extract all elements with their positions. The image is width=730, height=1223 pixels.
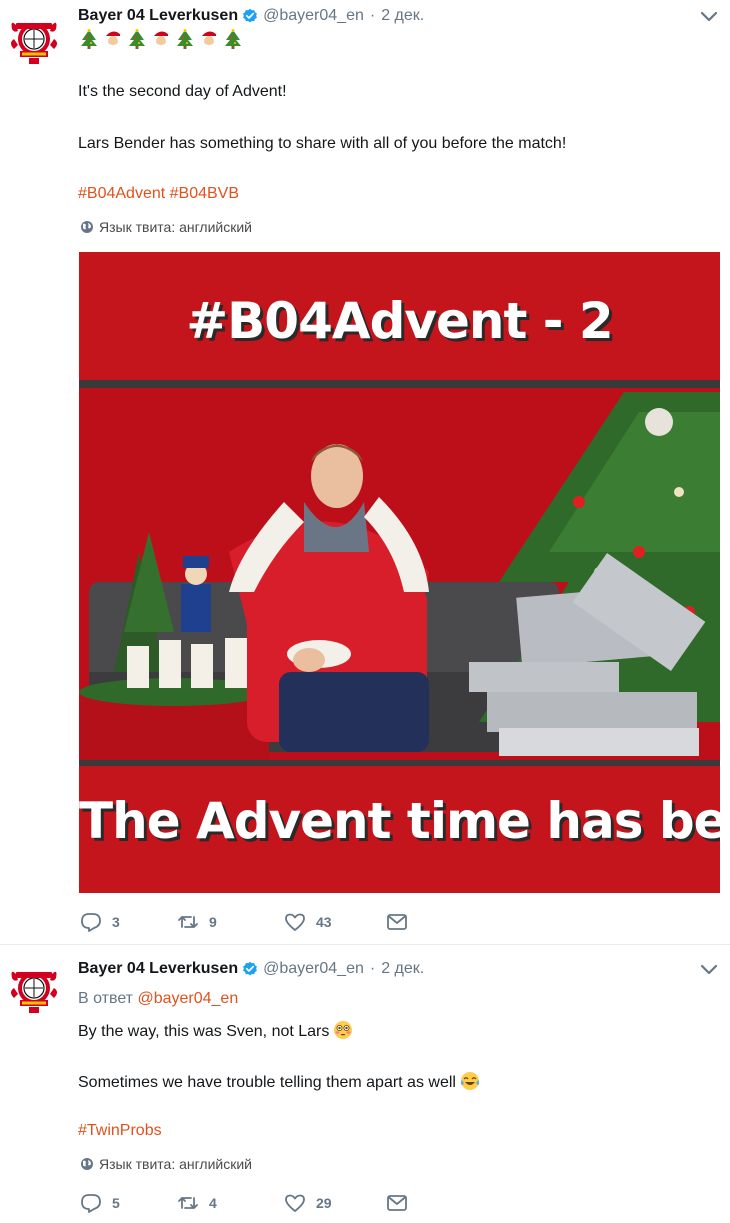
tweet-text-line: By the way, this was Sven, not Lars xyxy=(78,1020,353,1041)
envelope-icon xyxy=(387,1195,407,1211)
hashtag-link[interactable]: #B04BVB xyxy=(170,185,239,202)
tweet[interactable]: Bayer 04 Leverkusen @bayer04_en · 2 дек.… xyxy=(0,0,730,945)
tweet-actions: 5 4 29 xyxy=(80,1192,418,1214)
santa-icon xyxy=(153,31,172,47)
tweet-text: Sometimes we have trouble telling them a… xyxy=(78,1074,456,1091)
tweet-header: Bayer 04 Leverkusen @bayer04_en · 2 дек. xyxy=(78,5,690,27)
christmas-tree-icon xyxy=(81,29,97,49)
tweet[interactable]: Bayer 04 Leverkusen @bayer04_en · 2 дек.… xyxy=(0,945,730,1223)
hashtag-link[interactable]: #B04Advent xyxy=(78,185,165,202)
bayer-leverkusen-logo-avatar[interactable] xyxy=(8,15,60,67)
reply-button[interactable]: 5 xyxy=(80,1192,177,1214)
tears-of-joy-face-icon xyxy=(460,1072,480,1090)
reply-button[interactable]: 3 xyxy=(80,911,177,933)
reply-to-link[interactable]: @bayer04_en xyxy=(137,990,238,1007)
author-name[interactable]: Bayer 04 Leverkusen xyxy=(78,960,238,978)
flushed-face-icon xyxy=(334,1021,353,1039)
separator-dot: · xyxy=(369,960,376,977)
reply-icon xyxy=(81,1194,101,1213)
tweet-header: Bayer 04 Leverkusen @bayer04_en · 2 дек. xyxy=(78,958,690,980)
retweet-button[interactable]: 9 xyxy=(177,911,284,933)
separator-dot: · xyxy=(369,7,376,24)
reply-count: 5 xyxy=(112,1195,120,1211)
tweet-text-line: Lars Bender has something to share with … xyxy=(78,135,567,152)
tweet-language-note: Язык твита: английский xyxy=(80,1156,252,1172)
globe-icon xyxy=(81,221,93,233)
author-name[interactable]: Bayer 04 Leverkusen xyxy=(78,7,238,25)
christmas-tree-icon xyxy=(225,29,241,49)
retweet-button[interactable]: 4 xyxy=(177,1192,284,1214)
like-count: 29 xyxy=(316,1195,332,1211)
heart-icon xyxy=(285,913,305,931)
tweet-media-image[interactable]: #B04Advent - 2 The Advent time has begun… xyxy=(79,252,720,893)
direct-message-button[interactable] xyxy=(386,911,418,933)
author-handle[interactable]: @bayer04_en xyxy=(263,7,364,25)
verified-badge-icon xyxy=(243,8,258,23)
tweet-actions: 3 9 43 xyxy=(80,911,418,933)
santa-icon xyxy=(201,31,220,47)
reply-count: 3 xyxy=(112,914,120,930)
language-label: Язык твита: английский xyxy=(99,1156,252,1172)
like-button[interactable]: 29 xyxy=(284,1192,386,1214)
christmas-tree-icon xyxy=(129,29,145,49)
hashtags: #TwinProbs xyxy=(78,1122,162,1140)
globe-icon xyxy=(81,1158,93,1170)
tweet-text-line: Sometimes we have trouble telling them a… xyxy=(78,1071,480,1092)
like-count: 43 xyxy=(316,914,332,930)
direct-message-button[interactable] xyxy=(386,1192,418,1214)
tweet-timestamp[interactable]: 2 дек. xyxy=(381,7,424,25)
retweet-count: 9 xyxy=(209,914,217,930)
reply-icon xyxy=(81,913,101,932)
retweet-count: 4 xyxy=(209,1195,217,1211)
santa-icon xyxy=(105,31,124,47)
reply-prefix: В ответ xyxy=(78,990,134,1007)
chevron-down-icon[interactable] xyxy=(700,964,718,976)
retweet-icon xyxy=(178,916,198,928)
tweet-text-line: It's the second day of Advent! xyxy=(78,83,287,100)
language-label: Язык твита: английский xyxy=(99,219,252,235)
heart-icon xyxy=(285,1194,305,1212)
bayer-leverkusen-logo-avatar[interactable] xyxy=(8,964,60,1016)
author-handle[interactable]: @bayer04_en xyxy=(263,960,364,978)
tweet-timestamp[interactable]: 2 дек. xyxy=(381,960,424,978)
like-button[interactable]: 43 xyxy=(284,911,386,933)
retweet-icon xyxy=(178,1197,198,1209)
media-title-text: #B04Advent - 2 xyxy=(186,292,613,350)
emoji-line xyxy=(78,28,244,50)
tweet-text: By the way, this was Sven, not Lars xyxy=(78,1023,330,1040)
envelope-icon xyxy=(387,914,407,930)
tweet-language-note: Язык твита: английский xyxy=(80,219,252,235)
chevron-down-icon[interactable] xyxy=(700,11,718,23)
christmas-tree-icon xyxy=(177,29,193,49)
reply-context: В ответ @bayer04_en xyxy=(78,990,238,1008)
verified-badge-icon xyxy=(243,961,258,976)
media-caption-text: The Advent time has begun. xyxy=(79,792,720,850)
hashtags: #B04Advent #B04BVB xyxy=(78,185,239,203)
hashtag-link[interactable]: #TwinProbs xyxy=(78,1122,162,1139)
